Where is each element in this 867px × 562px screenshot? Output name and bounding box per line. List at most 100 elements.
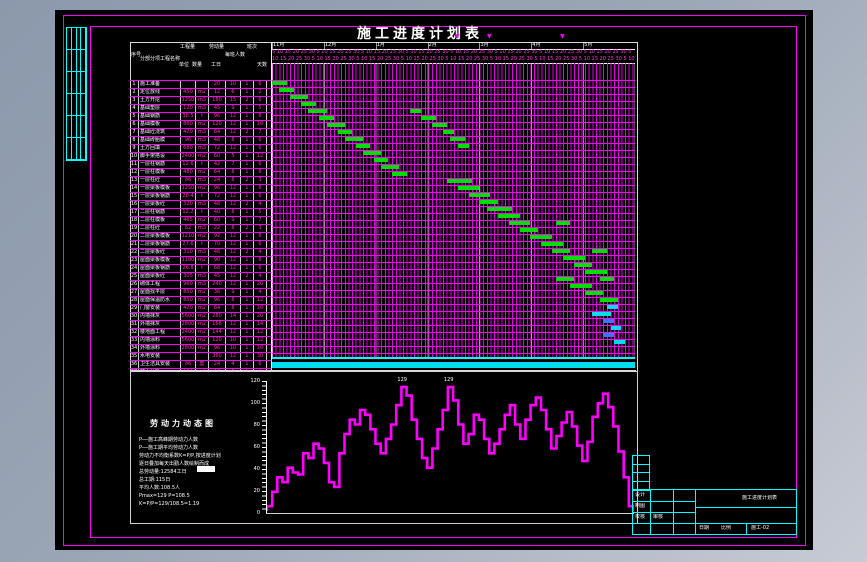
task-cell: 68 bbox=[209, 265, 226, 272]
task-cell: 36 bbox=[130, 361, 139, 368]
task-row: 5 基础钢筋 38.5 t 96 12 1 8 bbox=[130, 113, 271, 121]
task-row: 6 基础模板 860 m2 120 12 1 10 bbox=[130, 121, 271, 129]
task-row: 20 二层梁板模板 1210 m2 92 12 1 8 bbox=[130, 233, 271, 241]
task-cell: m3 bbox=[196, 129, 209, 136]
signoff-cell bbox=[81, 116, 86, 138]
task-cell: t bbox=[196, 161, 209, 168]
signoff-cell bbox=[81, 50, 86, 72]
task-cell: 5 bbox=[254, 105, 267, 112]
task-cell: 卫生洁具安装 bbox=[139, 361, 181, 368]
titleblock-role-check: 校核 bbox=[635, 514, 646, 520]
gantt-bar bbox=[497, 214, 520, 218]
task-cell: 12 bbox=[226, 321, 241, 328]
task-cell: 12 bbox=[226, 241, 241, 248]
task-cell: 基础砼浇筑 bbox=[139, 129, 181, 136]
task-row: 31 外墙抹灰 2800 m2 168 12 1 14 bbox=[130, 321, 271, 329]
task-cell: 内墙涂料 bbox=[139, 337, 181, 344]
yaxis-label: 80 bbox=[253, 422, 260, 428]
task-cell: 9 bbox=[226, 217, 241, 224]
task-cell: 5600 bbox=[181, 313, 196, 320]
task-cell: 8 bbox=[130, 137, 139, 144]
task-cell: 2 bbox=[241, 273, 254, 280]
task-cell: 48 bbox=[209, 137, 226, 144]
task-cell: 850 bbox=[181, 289, 196, 296]
task-cell: 4 bbox=[130, 105, 139, 112]
task-cell: 2 bbox=[241, 249, 254, 256]
task-cell: 1 bbox=[241, 257, 254, 264]
task-cell: 1 bbox=[241, 145, 254, 152]
task-cell: m3 bbox=[196, 273, 209, 280]
month-label: 3月 bbox=[479, 42, 531, 49]
gantt-bar bbox=[541, 242, 564, 246]
task-cell: m3 bbox=[196, 225, 209, 232]
task-cell: 9 bbox=[130, 145, 139, 152]
task-cell: 20 bbox=[254, 281, 267, 288]
task-cell: m2 bbox=[196, 153, 209, 160]
task-cell: 1 bbox=[241, 281, 254, 288]
task-cell: 120 bbox=[209, 337, 226, 344]
task-cell: 8 bbox=[254, 169, 267, 176]
task-row: 10 脚手架搭设 2400 m2 60 5 1 12 bbox=[130, 153, 271, 161]
task-cell: 2800 bbox=[181, 321, 196, 328]
task-row: 21 二层梁板钢筋 27.6 t 70 12 1 6 bbox=[130, 241, 271, 249]
task-cell: m2 bbox=[196, 89, 209, 96]
task-cell: 27 bbox=[130, 289, 139, 296]
gantt-bar bbox=[468, 193, 491, 197]
task-cell: 2400 bbox=[181, 153, 196, 160]
task-cell: 19 bbox=[130, 225, 139, 232]
task-cell: 12 bbox=[254, 153, 267, 160]
task-cell: 一层梁板钢筋 bbox=[139, 193, 181, 200]
labor-note-line: 劳动力不均衡系数K=P/P,按进度计划 bbox=[139, 453, 221, 459]
task-table: 序号 分部分项工程名称 工程量 单位 数量 劳动量 工日 每班人数 班次 天数 … bbox=[130, 42, 272, 370]
task-cell: 1 bbox=[241, 89, 254, 96]
task-cell: 17 bbox=[130, 209, 139, 216]
task-cell: 12 bbox=[226, 201, 241, 208]
task-cell: 1250 bbox=[181, 97, 196, 104]
task-cell: 22 bbox=[209, 225, 226, 232]
task-cell: 屋面梁板钢筋 bbox=[139, 265, 181, 272]
task-cell: 24 bbox=[209, 361, 226, 368]
col-header-labor: 劳动量 bbox=[209, 44, 225, 50]
task-cell: 14 bbox=[130, 185, 139, 192]
task-cell: t bbox=[196, 193, 209, 200]
task-rows: 1 施工准备 20 10 1 6 2 定位放线 450 m2 12 6 1 2 3 土方开挖 1250 m3 180… bbox=[130, 81, 271, 370]
gantt-bar bbox=[443, 130, 454, 134]
task-cell: 14 bbox=[226, 313, 241, 320]
task-cell: 28.4 bbox=[181, 193, 196, 200]
task-cell: 30 bbox=[130, 313, 139, 320]
task-cell: 8 bbox=[226, 137, 241, 144]
task-cell: 1 bbox=[241, 161, 254, 168]
task-cell: 1 bbox=[241, 313, 254, 320]
task-cell: 12 bbox=[254, 329, 267, 336]
task-cell: 20 bbox=[130, 233, 139, 240]
task-cell: 280 bbox=[209, 313, 226, 320]
task-cell: 一层柱钢筋 bbox=[139, 161, 181, 168]
peak-value-label: 129 bbox=[397, 377, 407, 383]
task-cell: m2 bbox=[196, 329, 209, 336]
task-cell: 6 bbox=[254, 81, 267, 88]
col-header-amount: 数量 bbox=[192, 62, 203, 68]
task-cell: 144 bbox=[209, 329, 226, 336]
col-header-crew: 每班人数 bbox=[225, 52, 246, 58]
task-cell: 32 bbox=[130, 329, 139, 336]
task-cell: 46 bbox=[209, 249, 226, 256]
col-header-labor-unit: 工日 bbox=[211, 62, 222, 68]
task-cell: 6 bbox=[226, 89, 241, 96]
gantt-bar bbox=[603, 333, 615, 337]
task-cell: 2 bbox=[130, 89, 139, 96]
task-cell: 二层梁板模板 bbox=[139, 233, 181, 240]
yaxis-label: 100 bbox=[250, 400, 260, 406]
task-cell: 1 bbox=[241, 153, 254, 160]
task-row: 32 楼地面工程 2400 m2 144 12 1 12 bbox=[130, 329, 271, 337]
task-cell: 48 bbox=[209, 201, 226, 208]
task-cell: m3 bbox=[196, 249, 209, 256]
titleblock: 设计 制图 校核 审核 施工进度计划表 日期 比例 施工-02 bbox=[632, 489, 797, 535]
task-cell: m2 bbox=[196, 233, 209, 240]
task-cell: 420 bbox=[181, 305, 196, 312]
task-cell: 1 bbox=[241, 185, 254, 192]
task-cell: 门窗安装 bbox=[139, 305, 181, 312]
task-row: 8 基础砖胎膜 96 m3 48 8 1 6 bbox=[130, 137, 271, 145]
task-cell: 10 bbox=[226, 345, 241, 352]
task-cell: 7 bbox=[130, 129, 139, 136]
task-cell: 1 bbox=[241, 289, 254, 296]
